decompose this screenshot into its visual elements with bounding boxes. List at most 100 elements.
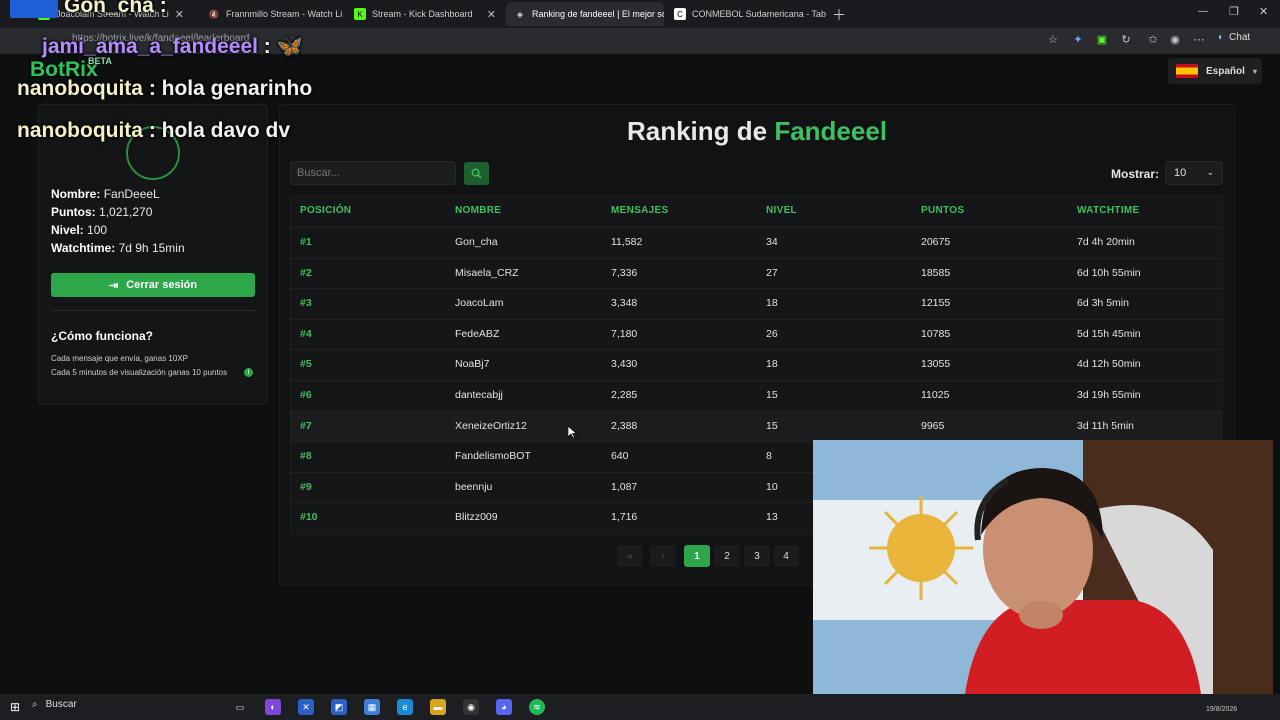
row-points: 10785	[921, 327, 951, 340]
spotify-icon[interactable]: ≋	[529, 699, 545, 715]
col-header-points[interactable]: PUNTOS	[921, 205, 964, 216]
favorites-icon[interactable]: ✩	[1146, 33, 1160, 47]
row-watchtime: 7d 4h 20min	[1077, 236, 1135, 248]
store-icon[interactable]: ▦	[364, 699, 380, 715]
row-name: NoaBj7	[455, 358, 490, 371]
row-level: 10	[766, 480, 778, 493]
row-messages: 7,180	[611, 327, 638, 340]
row-messages: 1,087	[611, 480, 638, 493]
col-header-position[interactable]: POSICIÓN	[300, 205, 351, 216]
close-icon[interactable]: ✕	[487, 8, 496, 21]
row-messages: 2,388	[611, 419, 638, 432]
muted-speaker-icon: 🔇	[209, 9, 219, 19]
row-position: #8	[300, 450, 312, 463]
logout-icon: ⇥	[108, 279, 119, 292]
logout-button[interactable]: ⇥ Cerrar sesión	[51, 273, 255, 297]
col-header-name[interactable]: NOMBRE	[455, 205, 501, 216]
butterfly-emote-icon: 🦋	[276, 35, 303, 58]
copilot-app-icon[interactable]: ◐	[265, 699, 281, 715]
info-icon[interactable]: i	[244, 368, 253, 377]
row-watchtime: 3d 19h 55min	[1077, 389, 1141, 401]
row-watchtime: 3d 11h 5min	[1077, 419, 1135, 432]
logout-label: Cerrar sesión	[126, 279, 198, 291]
botrix-icon: ◈	[516, 9, 524, 19]
page-size-select[interactable]: 10 ⌄	[1165, 161, 1223, 185]
row-messages: 1,716	[611, 511, 638, 524]
row-level: 27	[766, 266, 778, 279]
windows-start-icon[interactable]: ⊞	[10, 700, 20, 714]
tab-frannmillo[interactable]: 🔇 Frannmillo Stream - Watch Li ✕	[200, 2, 344, 26]
row-name: JoacoLam	[455, 297, 504, 310]
col-header-messages[interactable]: MENSAJES	[611, 205, 668, 216]
obs-icon[interactable]: ◉	[463, 699, 479, 715]
overlay-chat-message: jami_ama_a_fandeeel : 🦋	[42, 35, 303, 58]
folder-icon[interactable]: ▬	[430, 699, 446, 715]
row-watchtime: 6d 10h 55min	[1077, 266, 1141, 279]
row-position: #7	[300, 419, 312, 432]
col-header-watchtime[interactable]: WATCHTIME	[1077, 205, 1140, 216]
window-close-icon[interactable]: ✕	[1259, 5, 1268, 18]
star-icon[interactable]: ☆	[1046, 33, 1060, 47]
row-messages: 2,285	[611, 389, 638, 401]
language-select[interactable]: Español ▾	[1168, 58, 1262, 84]
new-tab-icon[interactable]: ＋	[832, 5, 846, 25]
chevron-down-icon: ▾	[1252, 66, 1257, 76]
refresh-extension-icon[interactable]: ↻	[1119, 33, 1133, 47]
chat-username: nanoboquita	[17, 119, 143, 142]
profile-watchtime: Watchtime: 7d 9h 15min	[51, 241, 185, 255]
tab-title: Frannmillo Stream - Watch Li	[226, 9, 343, 19]
spain-flag-icon	[1176, 64, 1198, 78]
search-button[interactable]	[464, 162, 489, 185]
row-position: #10	[300, 511, 318, 524]
minimize-icon[interactable]: —	[1198, 6, 1208, 17]
tab-title: Ranking de fandeeel | El mejor so	[532, 9, 664, 19]
overlay-badge-icon	[10, 0, 58, 18]
search-icon: ⌕	[32, 699, 38, 710]
page-size-value: 10	[1174, 167, 1187, 179]
row-messages: 7,336	[611, 266, 638, 279]
row-level: 13	[766, 511, 778, 524]
edge-icon[interactable]: e	[397, 699, 413, 715]
row-points: 12155	[921, 297, 951, 310]
page-3-button[interactable]: 3	[744, 545, 770, 567]
taskbar-date: 19/8/2026	[1206, 706, 1238, 713]
extension-icon[interactable]: ✦	[1071, 33, 1085, 47]
row-name: Gon_cha	[455, 236, 498, 248]
col-header-level[interactable]: NIVEL	[766, 205, 797, 216]
chat-username: jami_ama_a_fandeeel	[42, 35, 258, 58]
webcam-image	[813, 440, 1273, 710]
title-prefix: Ranking de	[626, 116, 768, 146]
close-icon[interactable]: ✕	[175, 8, 184, 21]
row-position: #3	[300, 297, 312, 310]
prev-page-button[interactable]: ‹	[650, 545, 676, 567]
row-level: 8	[766, 450, 772, 463]
language-label: Español	[1206, 65, 1245, 77]
row-watchtime: 5d 15h 45min	[1077, 327, 1141, 340]
how-line-1: Cada mensaje que envía, ganas 10XP	[51, 354, 188, 363]
row-level: 18	[766, 358, 778, 371]
chat-button[interactable]: ◐ Chat	[1218, 32, 1250, 43]
profile-icon[interactable]: ◉	[1168, 33, 1182, 47]
app-icon[interactable]: ✕	[298, 699, 314, 715]
maximize-icon[interactable]: ❐	[1229, 5, 1239, 18]
task-view-icon[interactable]: ▭	[232, 699, 248, 715]
search-input[interactable]	[290, 161, 456, 185]
tab-conmebol[interactable]: C CONMEBOL Sudamericana - Tabl ✕	[666, 2, 826, 26]
page-1-button[interactable]: 1	[684, 545, 710, 567]
first-page-button[interactable]: «	[617, 545, 643, 567]
kick-extension-icon[interactable]: ▣	[1095, 33, 1109, 47]
menu-icon[interactable]: ⋯	[1192, 33, 1206, 47]
discord-icon[interactable]: ◕	[496, 699, 512, 715]
row-messages: 3,430	[611, 358, 638, 371]
chat-username: nanoboquita	[17, 77, 143, 100]
app-icon[interactable]: ◩	[331, 699, 347, 715]
row-points: 18585	[921, 266, 951, 279]
page-4-button[interactable]: 4	[773, 545, 799, 567]
tab-title: CONMEBOL Sudamericana - Tabl	[692, 9, 826, 19]
tab-kick-dashboard[interactable]: K Stream - Kick Dashboard ✕	[346, 2, 504, 26]
taskbar-search[interactable]: ⌕ Buscar	[32, 699, 77, 710]
row-name: Misaela_CRZ	[455, 266, 519, 279]
tab-ranking[interactable]: ◈ Ranking de fandeeel | El mejor so ✕	[506, 2, 664, 26]
page-2-button[interactable]: 2	[714, 545, 740, 567]
row-points: 13055	[921, 358, 951, 371]
